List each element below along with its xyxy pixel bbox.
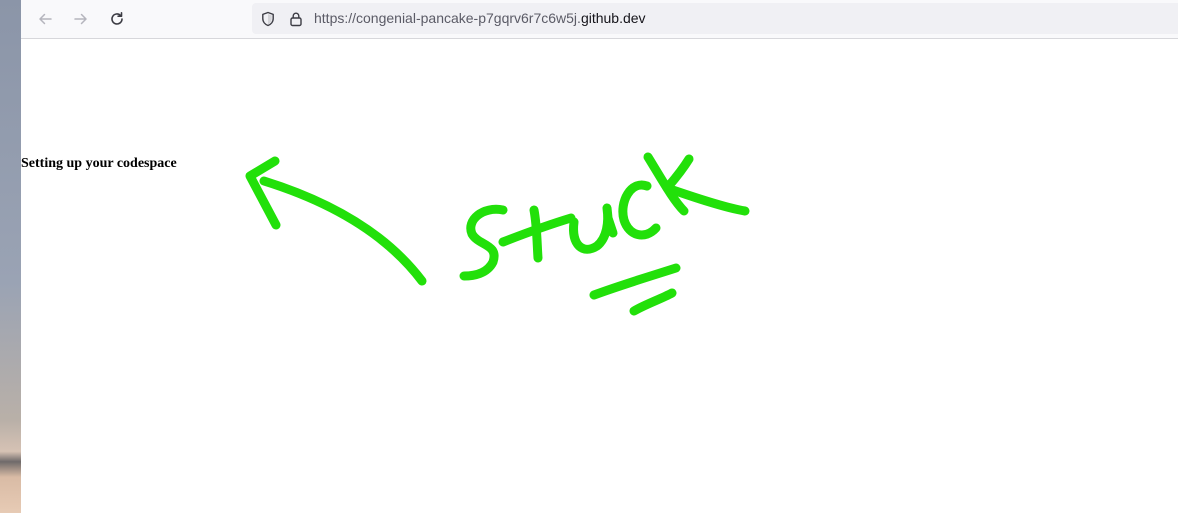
url-text[interactable]: https://congenial-pancake-p7gqrv6r7c6w5j… xyxy=(314,10,646,26)
arrow-left-icon xyxy=(39,13,52,25)
url-domain: github.dev xyxy=(580,10,646,26)
status-heading: Setting up your codespace xyxy=(21,156,177,171)
arrow-right-icon xyxy=(74,13,87,25)
browser-window: https://congenial-pancake-p7gqrv6r7c6w5j… xyxy=(21,0,1178,513)
reload-icon xyxy=(111,12,123,25)
forward-button[interactable] xyxy=(69,7,93,31)
page-content: Setting up your codespace xyxy=(21,39,1178,513)
back-button[interactable] xyxy=(33,7,57,31)
address-bar[interactable]: https://congenial-pancake-p7gqrv6r7c6w5j… xyxy=(252,3,1178,34)
shield-icon[interactable] xyxy=(260,11,276,27)
lock-icon[interactable] xyxy=(288,11,304,27)
url-prefix: https://congenial-pancake-p7gqrv6r7c6w5j… xyxy=(314,10,581,26)
reload-button[interactable] xyxy=(105,7,129,31)
browser-toolbar: https://congenial-pancake-p7gqrv6r7c6w5j… xyxy=(21,0,1178,39)
desktop-background-strip xyxy=(0,0,21,513)
